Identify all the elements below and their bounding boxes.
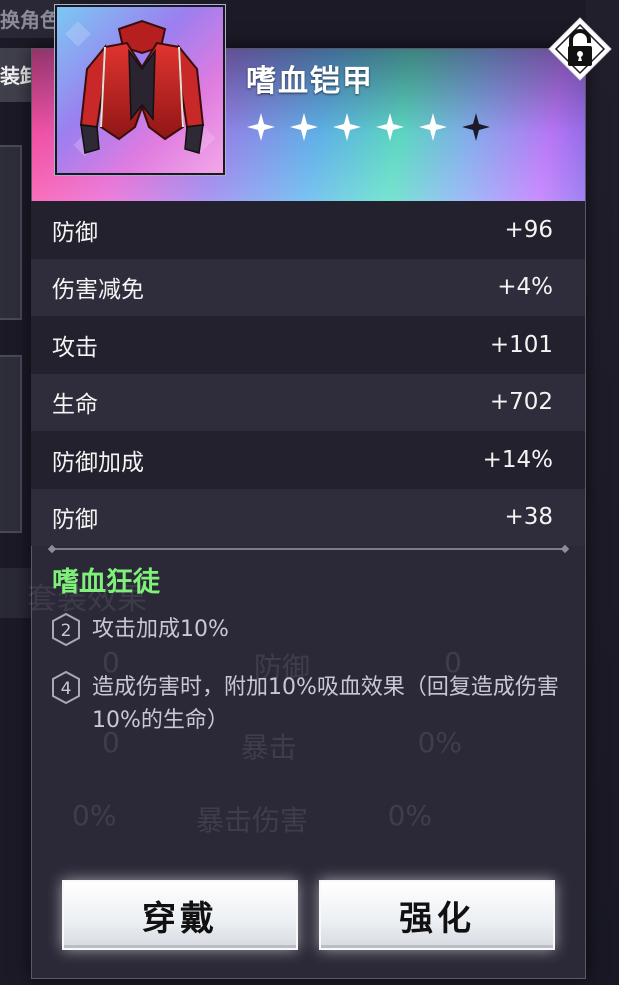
stat-label: 防御 xyxy=(52,219,98,246)
star-filled-icon xyxy=(333,113,361,141)
stat-row: 生命 +702 xyxy=(31,373,585,431)
stat-label: 伤害减免 xyxy=(52,277,144,304)
stat-row: 防御 +96 xyxy=(31,201,585,259)
piece-count: 2 xyxy=(61,621,72,641)
ghost-row: 0% 暴击伤害 0% xyxy=(72,799,432,839)
stat-value: +702 xyxy=(489,389,553,416)
item-name: 嗜血铠甲 xyxy=(246,64,374,99)
set-bonus-row: 4 造成伤害时，附加10%吸血效果（回复造成伤害10%的生命） xyxy=(52,671,562,737)
ghost-cell: 0% xyxy=(72,799,117,832)
stat-value: +38 xyxy=(504,504,553,531)
equip-button[interactable]: 穿戴 xyxy=(62,880,298,950)
stat-label: 攻击 xyxy=(52,334,98,361)
background-title: 换角色 xyxy=(0,0,60,38)
set-bonus-text: 攻击加成10% xyxy=(92,617,229,642)
stat-value: +96 xyxy=(504,216,553,243)
star-filled-icon xyxy=(376,113,404,141)
piece-count: 4 xyxy=(61,679,72,699)
star-filled-icon xyxy=(419,113,447,141)
stat-label: 生命 xyxy=(52,392,98,419)
background-right-edge xyxy=(586,0,619,985)
stat-value: +14% xyxy=(482,446,553,473)
background-panel xyxy=(0,145,22,320)
star-rating xyxy=(246,112,491,142)
stat-value: +4% xyxy=(497,274,553,301)
stat-label: 防御 xyxy=(52,507,98,534)
set-bonus-row: 2 攻击加成10% xyxy=(52,613,562,646)
stat-row: 攻击 +101 xyxy=(31,316,585,374)
stat-label: 防御加成 xyxy=(52,449,144,476)
section-divider xyxy=(52,548,565,550)
star-empty-icon xyxy=(462,113,490,141)
enhance-button[interactable]: 强化 xyxy=(319,880,555,950)
ghost-cell: 0% xyxy=(387,799,432,832)
stat-value: +101 xyxy=(489,331,553,358)
star-filled-icon xyxy=(247,113,275,141)
stat-row: 防御加成 +14% xyxy=(31,431,585,489)
stat-row: 防御 +38 xyxy=(31,488,585,546)
ghost-cell: 暴击伤害 xyxy=(195,804,308,837)
stats-list: 防御 +96 伤害减免 +4% 攻击 +101 生命 +702 防御加成 +14… xyxy=(31,201,585,546)
set-name: 嗜血狂徒 xyxy=(52,567,160,598)
padlock-unlocked-icon[interactable] xyxy=(547,16,613,82)
star-filled-icon xyxy=(290,113,318,141)
piece-count-badge-icon: 2 xyxy=(52,613,80,646)
background-panel xyxy=(0,355,22,533)
red-jacket-armor-icon xyxy=(65,19,216,157)
stat-row: 伤害减免 +4% xyxy=(31,258,585,316)
item-icon-frame[interactable] xyxy=(54,4,226,176)
piece-count-badge-icon: 4 xyxy=(52,671,80,704)
set-bonus-text: 造成伤害时，附加10%吸血效果（回复造成伤害10%的生命） xyxy=(92,675,559,733)
